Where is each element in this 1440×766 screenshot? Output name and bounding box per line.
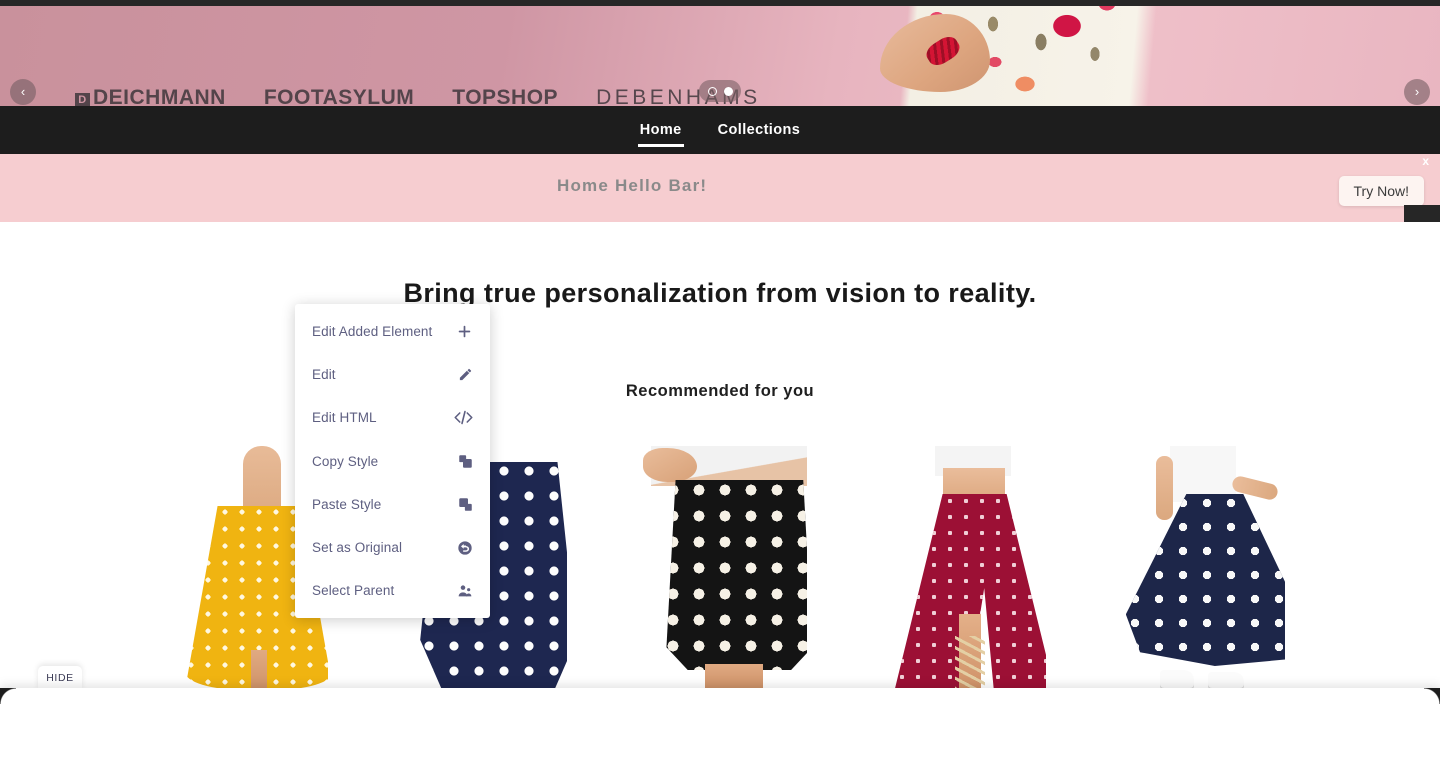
context-menu-item-select-parent[interactable]: Select Parent [295,569,490,612]
product-model-leg [251,650,267,690]
carousel-prev-icon[interactable]: ‹ [10,79,36,105]
carousel-next-icon[interactable]: › [1404,79,1430,105]
context-menu-item-paste-style[interactable]: Paste Style [295,483,490,526]
editor-page: D DEICHMANN FOOTASYLUM TOPSHOP DEBENHAMS … [0,0,1440,766]
deichmann-mark-icon: D [75,93,90,106]
carousel-dots[interactable] [699,80,741,102]
product-model-arm-left [1155,456,1173,520]
product-skirt-navy-polka-midi [1125,494,1285,666]
product-card-navy-polka-midi-skirt[interactable] [1111,446,1285,690]
product-model-leg [705,664,764,690]
context-menu-item-edit-added-element[interactable]: Edit Added Element [295,310,490,353]
context-menu-item-label: Edit Added Element [312,324,433,340]
carousel-dot-1[interactable] [707,86,717,96]
brand-logo-topshop: TOPSHOP [452,86,559,106]
product-model-arm [643,448,698,482]
recommended-section-title: Recommended for you [625,382,815,400]
context-menu-item-copy-style[interactable]: Copy Style [295,440,490,483]
hello-bar-text: Home Hello Bar! [557,176,708,195]
nav-item-home[interactable]: Home [637,108,684,152]
context-menu-item-edit-html[interactable]: Edit HTML [295,396,490,439]
bottom-bar-corner-right [1424,688,1440,704]
undo-icon [457,540,473,556]
nav-item-collections[interactable]: Collections [716,108,803,152]
product-model-sandal [954,636,985,690]
product-model-top [1169,446,1236,502]
editor-toolbar: Edit Navigate [0,688,1440,766]
element-context-menu: Edit Added Element Edit Edit HTML Copy S… [295,304,490,619]
product-model-shoe-left [1159,670,1194,690]
context-menu-item-label: Edit [312,367,336,383]
context-menu-item-label: Select Parent [312,583,395,599]
select-parent-icon [457,583,473,599]
pencil-icon [458,367,473,382]
site-navbar: Home Collections [0,106,1440,154]
bottom-bar-corner-left [0,688,16,704]
brand-logo-label: DEICHMANN [93,86,226,106]
brand-logo-deichmann: D DEICHMANN [75,86,226,106]
hello-bar-close-icon[interactable]: x [1417,152,1434,170]
brand-logo-footasylum: FOOTASYLUM [263,86,415,106]
product-skirt-black-white-polka [666,480,807,670]
carousel-dot-2[interactable] [723,86,733,96]
page-headline: Bring true personalization from vision t… [403,278,1037,308]
context-menu-item-label: Edit HTML [312,410,377,426]
plus-icon [456,323,473,340]
product-card-red-polka-maxi-skirt[interactable] [872,446,1046,690]
product-card-black-white-polka-pencil-skirt[interactable] [633,446,807,690]
paste-icon [458,497,473,512]
hello-bar [0,154,1440,222]
context-menu-item-label: Copy Style [312,453,379,469]
code-icon [454,410,473,425]
hide-toolbar-button[interactable]: HIDE [38,666,82,690]
copy-icon [458,454,473,469]
context-menu-item-set-as-original[interactable]: Set as Original [295,526,490,569]
context-menu-item-label: Set as Original [312,540,403,556]
context-menu-item-edit[interactable]: Edit [295,353,490,396]
context-menu-item-label: Paste Style [312,496,382,512]
try-now-button[interactable]: Try Now! [1338,176,1424,206]
hero-banner: D DEICHMANN FOOTASYLUM TOPSHOP DEBENHAMS … [0,6,1440,106]
